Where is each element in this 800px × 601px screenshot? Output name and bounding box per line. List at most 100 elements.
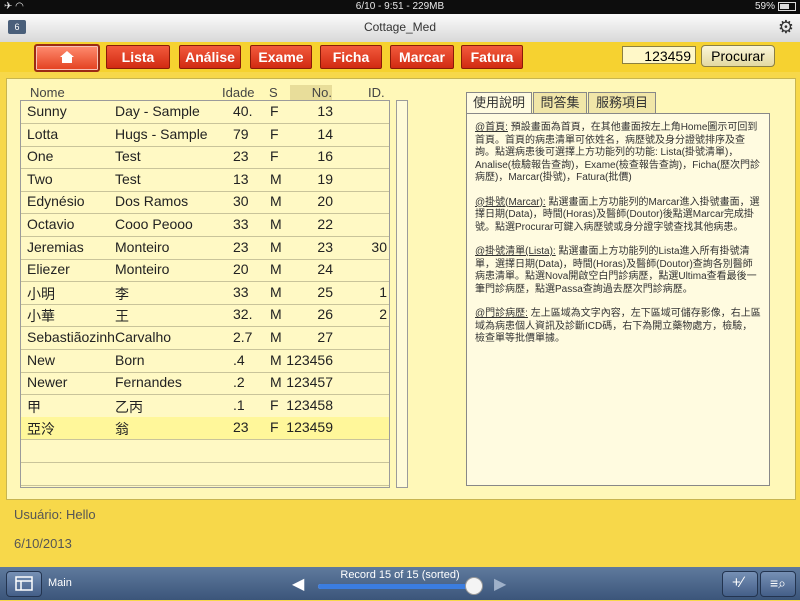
fatura-button[interactable]: Fatura [461, 45, 523, 69]
table-row[interactable]: Sunny Day - Sample 40. F 13 [21, 101, 389, 124]
battery-percent: 59% [754, 1, 775, 12]
cell-first: Edynésio [27, 193, 85, 210]
col-header-id[interactable]: ID. [368, 85, 385, 100]
battery-icon [778, 1, 796, 11]
cell-no: 14 [317, 125, 333, 142]
find-button[interactable]: ≡⌕ [760, 571, 796, 597]
table-row[interactable]: Newer Fernandes .2 M 123457 [21, 372, 389, 396]
cell-no: 22 [317, 216, 333, 232]
cell-no: 123459 [286, 419, 333, 436]
cell-last: Hugs - Sample [115, 125, 208, 142]
record-search-input[interactable]: 123459 [622, 46, 696, 64]
cell-id: 30 [371, 238, 387, 255]
cell-first: Octavio [27, 216, 75, 232]
cell-first: New [27, 351, 56, 368]
cell-idade: 13 [233, 170, 249, 187]
procurar-button[interactable]: Procurar [701, 45, 775, 67]
help-title: @掛號清單(Lista): [475, 246, 556, 257]
cell-idade: .4 [233, 351, 245, 368]
help-title: @門診病歷: [475, 308, 528, 319]
help-paragraph: @首頁: 預設畫面為首頁，在其他畫面按左上角Home圖示可回到首頁。首頁的病患清… [475, 122, 761, 185]
table-row[interactable]: Octavio Cooo Peooo 33 M 22 [21, 214, 389, 237]
cell-first: Newer [27, 374, 68, 391]
cell-last: Born [115, 351, 145, 368]
cell-last: 翁 [115, 421, 129, 438]
home-icon [60, 51, 74, 63]
patient-list: Sunny Day - Sample 40. F 13 Lotta Hugs - Sampl… [20, 100, 390, 488]
cell-first: One [27, 148, 54, 165]
record-counter: Record 15 of 15 (sorted) [340, 569, 460, 581]
tab-instructions[interactable]: 使用說明 [466, 92, 532, 113]
record-slider-knob[interactable] [465, 577, 484, 595]
home-button[interactable] [34, 44, 100, 72]
table-row[interactable]: Sebastiãozinh Carvalho 2.7 M 27 [21, 327, 389, 350]
table-row[interactable]: 亞泠翁 23 F 123459 [21, 417, 389, 441]
analise-button[interactable]: Análise [179, 45, 241, 69]
ficha-button[interactable]: Ficha [320, 45, 382, 69]
empty-row [21, 440, 389, 463]
help-text: 預設畫面為首頁，在其他畫面按左上角Home圖示可回到首頁。首頁的病患清單可依姓名… [475, 122, 761, 183]
record-slider-fill [318, 584, 474, 589]
cell-last: Test [115, 170, 141, 187]
cell-no: 27 [317, 329, 333, 345]
col-header-nome[interactable]: Nome [30, 85, 65, 100]
cell-no: 123456 [286, 351, 333, 368]
col-header-idade[interactable]: Idade [222, 85, 255, 100]
table-row[interactable]: Edynésio Dos Ramos 30 M 20 [21, 191, 389, 215]
table-row[interactable]: New Born .4 M 123456 [21, 350, 389, 373]
date-label: 6/10/2013 [14, 536, 72, 551]
table-row[interactable]: Jeremias Monteiro 23 M 23 30 [21, 237, 389, 260]
marcar-button[interactable]: Marcar [390, 45, 454, 69]
cell-idade: 79 [233, 125, 249, 142]
next-record-arrow-icon[interactable]: ▶ [494, 574, 506, 594]
cell-last: 乙丙 [115, 398, 143, 415]
cell-idade: 2.7 [233, 329, 253, 345]
cell-first: 小華 [27, 308, 55, 325]
table-row[interactable]: 小華王 32. M 26 2 [21, 304, 389, 328]
lista-button[interactable]: Lista [106, 45, 170, 69]
tab-services[interactable]: 服務項目 [588, 92, 656, 113]
cell-first: 小明 [27, 285, 55, 302]
search-list-icon: ≡⌕ [770, 575, 787, 591]
cell-last: 王 [115, 308, 129, 325]
cell-first: Two [27, 170, 53, 187]
cell-idade: 33 [233, 216, 249, 232]
col-header-no[interactable]: No. [290, 85, 332, 100]
cell-no: 19 [317, 170, 333, 187]
help-panel: @首頁: 預設畫面為首頁，在其他畫面按左上角Home圖示可回到首頁。首頁的病患清… [466, 113, 770, 486]
cell-idade: 23 [233, 238, 249, 255]
cell-no: 26 [317, 306, 333, 323]
cell-first: Sebastiãozinh [27, 329, 115, 345]
cell-idade: 30 [233, 193, 249, 210]
cell-first: Eliezer [27, 261, 70, 278]
list-scrollbar[interactable] [396, 100, 408, 488]
table-row[interactable]: Eliezer Monteiro 20 M 24 [21, 259, 389, 283]
tab-faq[interactable]: 問答集 [533, 92, 587, 113]
table-row[interactable]: 甲乙丙 .1 F 123458 [21, 395, 389, 418]
help-title: @掛號(Marcar): [475, 196, 546, 208]
cell-last: Cooo Peooo [115, 216, 193, 232]
cell-last: Monteiro [115, 261, 170, 278]
cell-no: 20 [317, 193, 333, 210]
cell-first: Lotta [27, 125, 59, 142]
table-row[interactable]: 小明李 33 M 25 1 [21, 282, 389, 305]
table-row[interactable]: One Test 23 F 16 [21, 146, 389, 170]
new-record-button[interactable]: +∕ [722, 571, 758, 597]
cell-no: 13 [317, 103, 333, 119]
cell-idade: 23 [233, 148, 249, 165]
cell-idade: 40. [233, 103, 253, 119]
cell-idade: 23 [233, 419, 249, 436]
bottom-bar: Main ◀ Record 15 of 15 (sorted) ▶ +∕ ≡⌕ [0, 567, 800, 600]
table-row[interactable]: Lotta Hugs - Sample 79 F 14 [21, 124, 389, 147]
exame-button[interactable]: Exame [250, 45, 312, 69]
cell-last: Fernandes [115, 374, 182, 391]
help-paragraph: @掛號(Marcar): 點選畫面上方功能列的Marcar進入掛號畫面，選擇日期… [475, 197, 761, 235]
help-paragraph: @掛號清單(Lista): 點選畫面上方功能列的Lista進入所有掛號清單，選擇… [475, 246, 761, 296]
cell-id: 2 [379, 306, 387, 323]
empty-row [21, 463, 389, 486]
gear-icon[interactable]: ⚙ [778, 17, 794, 38]
cell-no: 24 [317, 261, 333, 278]
table-row[interactable]: Two Test 13 M 19 [21, 169, 389, 192]
battery-status: 59% [755, 0, 796, 14]
col-header-s[interactable]: S [269, 85, 278, 100]
